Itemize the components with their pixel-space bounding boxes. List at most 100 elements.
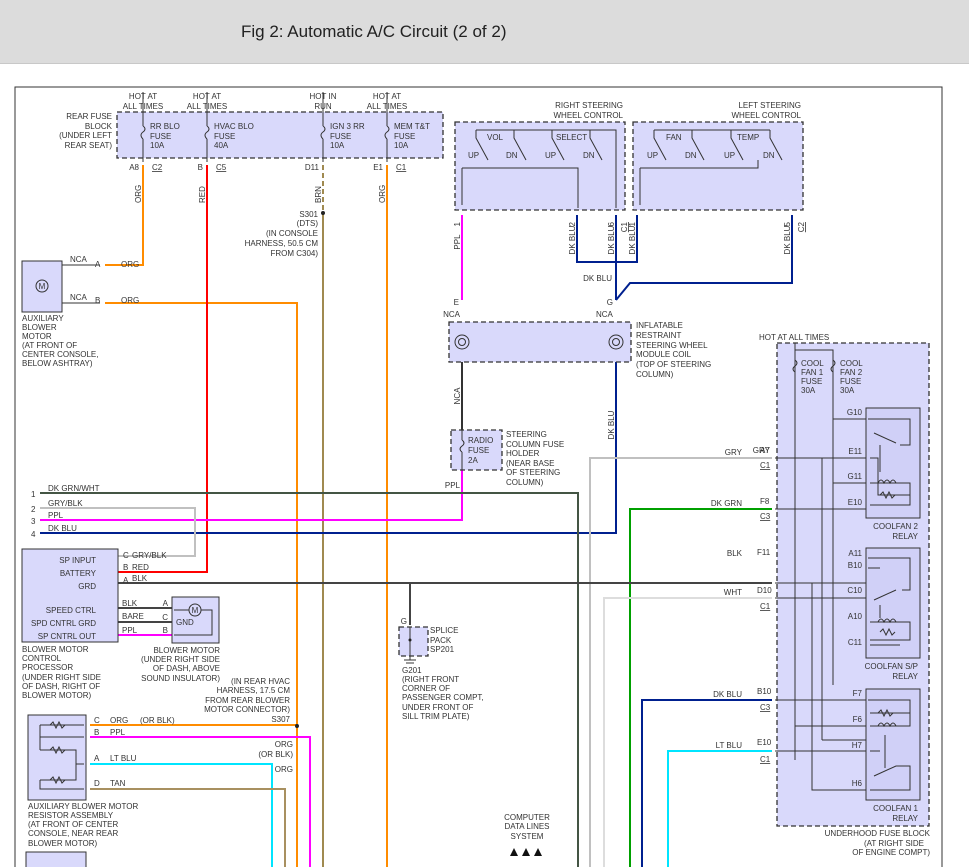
diagram-label: C1 <box>760 602 771 611</box>
diagram-label: 10A <box>150 141 165 150</box>
diagram-label: H7 <box>852 741 863 750</box>
splice-s301: S301 (DTS) (IN CONSOLE HARNESS, 50.5 CM … <box>245 210 325 258</box>
diagram-label: BATTERY <box>60 569 97 578</box>
diagram-label: (IN CONSOLE <box>266 229 318 238</box>
diagram-label: HOT AT <box>129 92 157 101</box>
diagram-label: SPLICE <box>430 626 458 635</box>
diagram-shape <box>398 626 429 657</box>
diagram-label: C <box>94 716 100 725</box>
diagram-label: BLOWER <box>22 323 57 332</box>
diagram-label: WHEEL CONTROL <box>554 111 624 120</box>
diagram-label: C5 <box>216 163 227 172</box>
diagram-label: PPL <box>122 626 138 635</box>
diagram-label: B <box>163 626 168 635</box>
diagram-label: B <box>123 563 128 572</box>
diagram-label: COOL <box>840 359 863 368</box>
diagram-label: RELAY <box>892 532 918 541</box>
diagram-label: (IN REAR HVAC <box>231 677 290 686</box>
dk-blu-label: DK BLU <box>583 274 612 283</box>
diagram-label: FUSE <box>840 377 861 386</box>
diagram-label: BLOWER MOTOR <box>22 645 89 654</box>
wire-dkgrn <box>629 508 772 867</box>
diagram-label: (AT FRONT OF CENTER <box>28 820 118 829</box>
diagram-label: MOTOR CONNECTOR) <box>204 705 290 714</box>
diagram-label: CONSOLE, NEAR REAR <box>28 829 118 838</box>
diagram-label: DK BLU <box>48 524 77 533</box>
diagram-label: G10 <box>847 408 863 417</box>
diagram-label: C2 <box>797 221 806 232</box>
diagram-label: ALL TIMES <box>367 102 407 111</box>
diagram-label: A10 <box>848 612 863 621</box>
wire-org-rr-blo <box>105 165 144 266</box>
wiring-diagram: REAR FUSE BLOCK (UNDER LEFT REAR SEAT) H… <box>14 86 943 867</box>
diagram-label: SYSTEM <box>511 832 544 841</box>
diagram-label: 1 <box>31 490 36 499</box>
left-steering-wheel-control: LEFT STEERING WHEEL CONTROL FAN TEMP UP DN… <box>628 101 806 254</box>
diagram-label: LT BLU <box>716 741 743 750</box>
diagram-label: HARNESS, 17.5 CM <box>217 686 291 695</box>
diagram-label: ORG <box>275 740 293 749</box>
wire-red-battery <box>118 165 208 573</box>
diagram-label: B <box>198 163 203 172</box>
diagram-label: (NEAR BASE <box>506 459 554 468</box>
diagram-label: UNDERHOOD FUSE BLOCK <box>825 829 931 838</box>
wire-ltblu-e10 <box>667 750 772 867</box>
diagram-label: ALL TIMES <box>123 102 163 111</box>
diagram-label: FUSE <box>214 132 235 141</box>
diagram-label: RED <box>198 186 207 203</box>
diagram-label: E <box>454 298 459 307</box>
diagram-label: F6 <box>853 715 863 724</box>
diagram-shape <box>448 321 632 363</box>
diagram-label: WHEEL CONTROL <box>732 111 802 120</box>
diagram-label: UP <box>647 151 658 160</box>
diagram-label: GRD <box>78 582 96 591</box>
diagram-label: SILL TRIM PLATE) <box>402 712 470 721</box>
diagram-label: HOT AT <box>373 92 401 101</box>
steering-wheel-module-coil: E G NCA NCA INFLATABLERESTRAINT STEERING… <box>443 298 711 439</box>
diagram-label: 3 <box>31 517 36 526</box>
diagram-label: 10A <box>330 141 345 150</box>
diagram-label: M <box>192 606 199 615</box>
diagram-label: RELAY <box>892 814 918 823</box>
diagram-label: SP201 <box>430 645 455 654</box>
diagram-label: BLK <box>122 599 138 608</box>
diagram-label: RESISTOR ASSEMBLY <box>28 811 114 820</box>
diagram-label: A <box>163 599 169 608</box>
diagram-label: COOLFAN 2 <box>873 522 918 531</box>
diagram-label: C3 <box>760 512 771 521</box>
diagram-label: G11 <box>847 472 862 481</box>
diagram-label: OF STEERING <box>506 468 560 477</box>
diagram-label: B <box>95 296 100 305</box>
diagram-label: MODULE COIL <box>636 350 692 359</box>
diagram-label: G201 <box>402 666 422 675</box>
diagram-label: E11 <box>848 447 862 456</box>
diagram-label: GRY/BLK <box>48 499 83 508</box>
diagram-label: 40A <box>214 141 229 150</box>
diagram-label: HVAC BLO <box>214 122 254 131</box>
diagram-label: FROM REAR BLOWER <box>205 696 290 705</box>
diagram-label: LEFT STEERING <box>738 101 801 110</box>
diagram-label: G <box>607 298 613 307</box>
diagram-label: BLOWER MOTOR <box>153 646 220 655</box>
diagram-label: B10 <box>848 561 863 570</box>
diagram-label: COLUMN) <box>506 478 544 487</box>
diagram-label: RR BLO <box>150 122 180 131</box>
diagram-label: A8 <box>129 163 139 172</box>
diagram-label: REAR SEAT) <box>65 141 113 150</box>
diagram-label: UNDER FRONT OF <box>402 703 474 712</box>
diagram-label: (RIGHT FRONT <box>402 675 459 684</box>
diagram-label: D <box>94 779 100 788</box>
diagram-label: RESTRAINT <box>636 331 681 340</box>
wire-label-gry: GRY <box>725 448 743 457</box>
diagram-label: COLUMN FUSE <box>506 440 564 449</box>
wire-dkblu-b10 <box>641 699 772 867</box>
diagram-label: A <box>95 260 101 269</box>
diagram-label: A11 <box>848 549 862 558</box>
diagram-label: RUN <box>314 102 332 111</box>
diagram-label: C <box>162 613 168 622</box>
diagram-label: FUSE <box>330 132 351 141</box>
diagram-label: CENTER CONSOLE, <box>22 350 98 359</box>
diagram-label: RED <box>132 563 149 572</box>
diagram-label: DK GRN/WHT <box>48 484 100 493</box>
diagram-label: G <box>401 617 407 626</box>
